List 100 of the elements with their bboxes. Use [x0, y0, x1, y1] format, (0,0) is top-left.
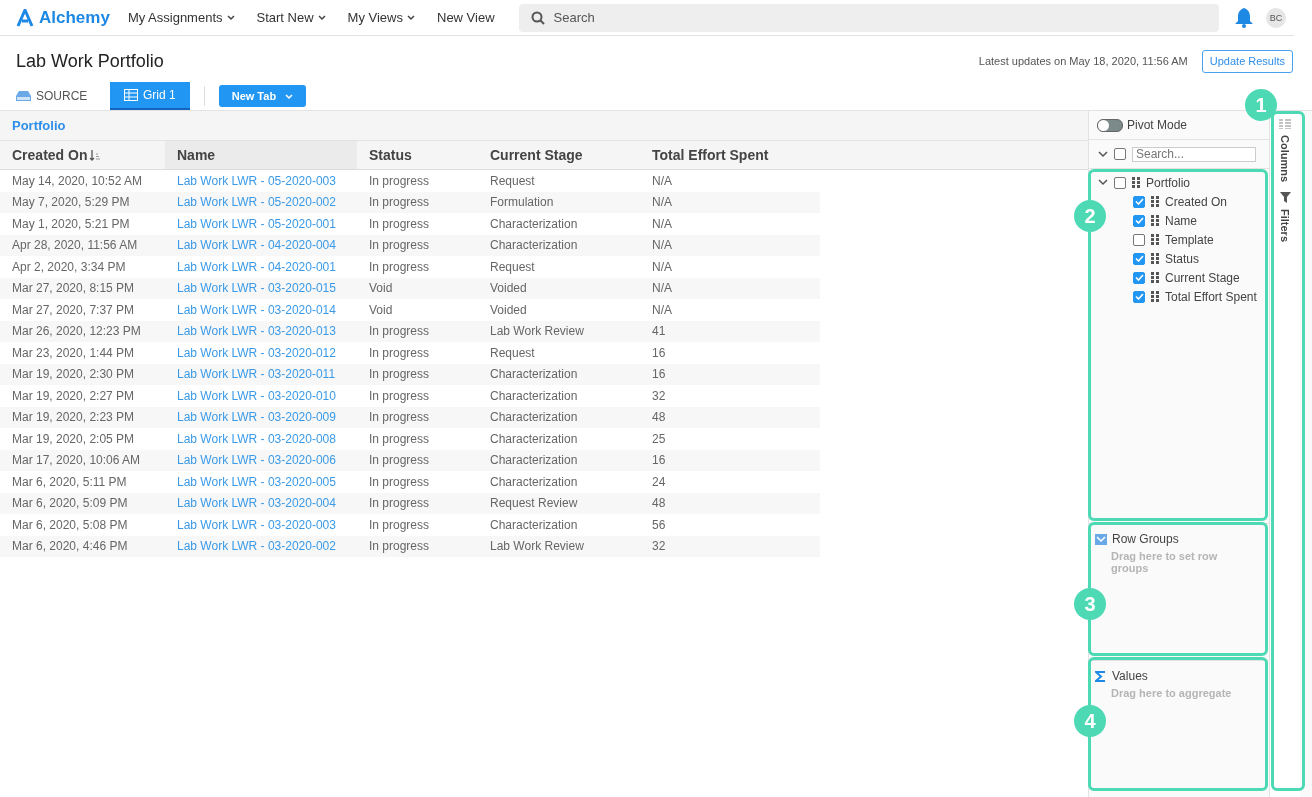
name-link[interactable]: Lab Work LWR - 05-2020-002 [165, 195, 357, 210]
table-cell-text: Mar 17, 2020, 10:06 AM [11, 453, 142, 468]
table-cell-text: Mar 23, 2020, 1:44 PM [11, 345, 136, 360]
table-cell-text: In progress [368, 517, 431, 532]
tree-item[interactable]: Current Stage [1165, 270, 1240, 285]
table-cell-text: Mar 6, 2020, 5:08 PM [11, 517, 129, 532]
name-link[interactable]: Lab Work LWR - 03-2020-002 [165, 539, 357, 554]
name-link[interactable]: Lab Work LWR - 03-2020-004 [165, 496, 357, 511]
table-cell-text: In progress [368, 431, 431, 446]
drag-handle-icon [1151, 253, 1159, 264]
menu-button[interactable]: My Views [347, 10, 415, 25]
table-cell-text: Characterization [489, 431, 579, 446]
checkbox[interactable] [1114, 176, 1126, 189]
table-cell-text: 48 [651, 496, 667, 511]
drag-handle-icon [1151, 215, 1159, 226]
page-title: Lab Work Portfolio [16, 50, 164, 72]
checkbox[interactable] [1133, 271, 1145, 284]
table-cell-text: Voided [489, 302, 528, 317]
chevron-icon [1098, 150, 1108, 158]
search-input[interactable]: Search [551, 9, 1207, 26]
check-icon [1134, 293, 1144, 300]
name-link[interactable]: Lab Work LWR - 04-2020-001 [165, 259, 357, 274]
name-link[interactable]: Lab Work LWR - 03-2020-015 [165, 281, 357, 296]
name-link[interactable]: Lab Work LWR - 04-2020-004 [165, 238, 357, 253]
table-cell-text: Mar 19, 2020, 2:30 PM [11, 367, 136, 382]
tree-item[interactable]: Portfolio [1146, 175, 1191, 190]
new-tab-button[interactable]: New Tab [218, 85, 307, 107]
logo-text: Alchemy [39, 7, 110, 28]
column-header[interactable]: Created On [0, 141, 165, 169]
checkbox[interactable] [1133, 233, 1145, 246]
column-header[interactable]: Name [165, 141, 357, 169]
table-cell-text: Characterization [489, 517, 579, 532]
checkbox[interactable] [1133, 195, 1145, 208]
update-results-button[interactable]: Update Results [1201, 49, 1293, 73]
table-cell-text: N/A [651, 238, 673, 253]
name-link[interactable]: Lab Work LWR - 03-2020-012 [165, 345, 357, 360]
drag-handle-icon [1151, 291, 1159, 302]
section-title: Values [1112, 669, 1148, 683]
callout-number: 1 [1245, 89, 1277, 121]
table-cell-text: 48 [651, 410, 667, 425]
name-link[interactable]: Lab Work LWR - 03-2020-011 [165, 367, 357, 382]
table-cell-text: Apr 28, 2020, 11:56 AM [11, 238, 139, 253]
table-cell-text: Formulation [489, 195, 555, 210]
search-field[interactable]: Search [518, 3, 1219, 32]
check-icon [1134, 255, 1144, 262]
name-link[interactable]: Lab Work LWR - 05-2020-001 [165, 216, 357, 231]
row-groups-icon [1095, 533, 1107, 545]
tab[interactable]: SOURCE [16, 82, 110, 110]
funnel-icon [1279, 192, 1291, 204]
menu-button[interactable]: My Assignments [127, 10, 235, 25]
side-tab[interactable]: Columns [1279, 119, 1291, 183]
table-cell-text: Request Review [489, 496, 579, 511]
table-cell-text: Characterization [489, 367, 579, 382]
table-cell-text: Request [489, 259, 536, 274]
sigma-icon [1095, 670, 1107, 682]
tree-item[interactable]: Template [1165, 232, 1214, 247]
menu-button[interactable]: Start New [256, 10, 326, 25]
name-link[interactable]: Lab Work LWR - 03-2020-010 [165, 388, 357, 403]
name-link[interactable]: Lab Work LWR - 03-2020-008 [165, 431, 357, 446]
side-tab[interactable]: Filters [1279, 192, 1291, 243]
table-cell-text: In progress [368, 453, 431, 468]
table-cell-text: In progress [368, 388, 431, 403]
pivot-mode-label: Pivot Mode [1127, 118, 1188, 132]
name-link[interactable]: Lab Work LWR - 05-2020-003 [165, 173, 357, 188]
table-cell-text: In progress [368, 496, 431, 511]
column-header[interactable]: Status [357, 141, 478, 169]
table-cell-text: Lab Work Review [489, 324, 585, 339]
checkbox[interactable] [1133, 214, 1145, 227]
toggle-switch[interactable] [1097, 118, 1123, 132]
tree-item[interactable]: Name [1165, 213, 1197, 228]
name-link[interactable]: Lab Work LWR - 03-2020-003 [165, 517, 357, 532]
checkbox[interactable] [1114, 148, 1126, 160]
table-cell-text: Mar 27, 2020, 7:37 PM [11, 302, 136, 317]
tab[interactable]: Grid 1 [110, 82, 190, 110]
tree-item[interactable]: Status [1165, 251, 1200, 266]
section-title: Row Groups [1112, 532, 1179, 546]
table-cell-text: 16 [651, 345, 667, 360]
avatar[interactable]: BC [1266, 7, 1286, 28]
name-link[interactable]: Lab Work LWR - 03-2020-013 [165, 324, 357, 339]
column-header[interactable]: Total Effort Spent [640, 141, 808, 169]
check-icon [1134, 217, 1144, 224]
column-header[interactable]: Current Stage [478, 141, 640, 169]
table-cell-text: Mar 26, 2020, 12:23 PM [11, 324, 142, 339]
table-cell-text: In progress [368, 410, 431, 425]
check-icon [1134, 274, 1144, 281]
checkbox[interactable] [1133, 252, 1145, 265]
tree-item[interactable]: Total Effort Spent [1165, 289, 1257, 304]
name-link[interactable]: Lab Work LWR - 03-2020-006 [165, 453, 357, 468]
name-link[interactable]: Lab Work LWR - 03-2020-009 [165, 410, 357, 425]
tree-item[interactable]: Created On [1165, 194, 1228, 209]
checkbox[interactable] [1133, 290, 1145, 303]
name-link[interactable]: Lab Work LWR - 03-2020-014 [165, 302, 357, 317]
name-link[interactable]: Lab Work LWR - 03-2020-005 [165, 474, 357, 489]
drag-handle-icon [1151, 234, 1159, 245]
column-group-header: Portfolio [11, 118, 66, 133]
search-field[interactable]: Search... [1132, 146, 1256, 162]
table-cell-text: 32 [651, 388, 667, 403]
table-cell-text: Characterization [489, 474, 579, 489]
menu-button[interactable]: New View [437, 10, 495, 25]
table-cell-text: 16 [651, 453, 667, 468]
